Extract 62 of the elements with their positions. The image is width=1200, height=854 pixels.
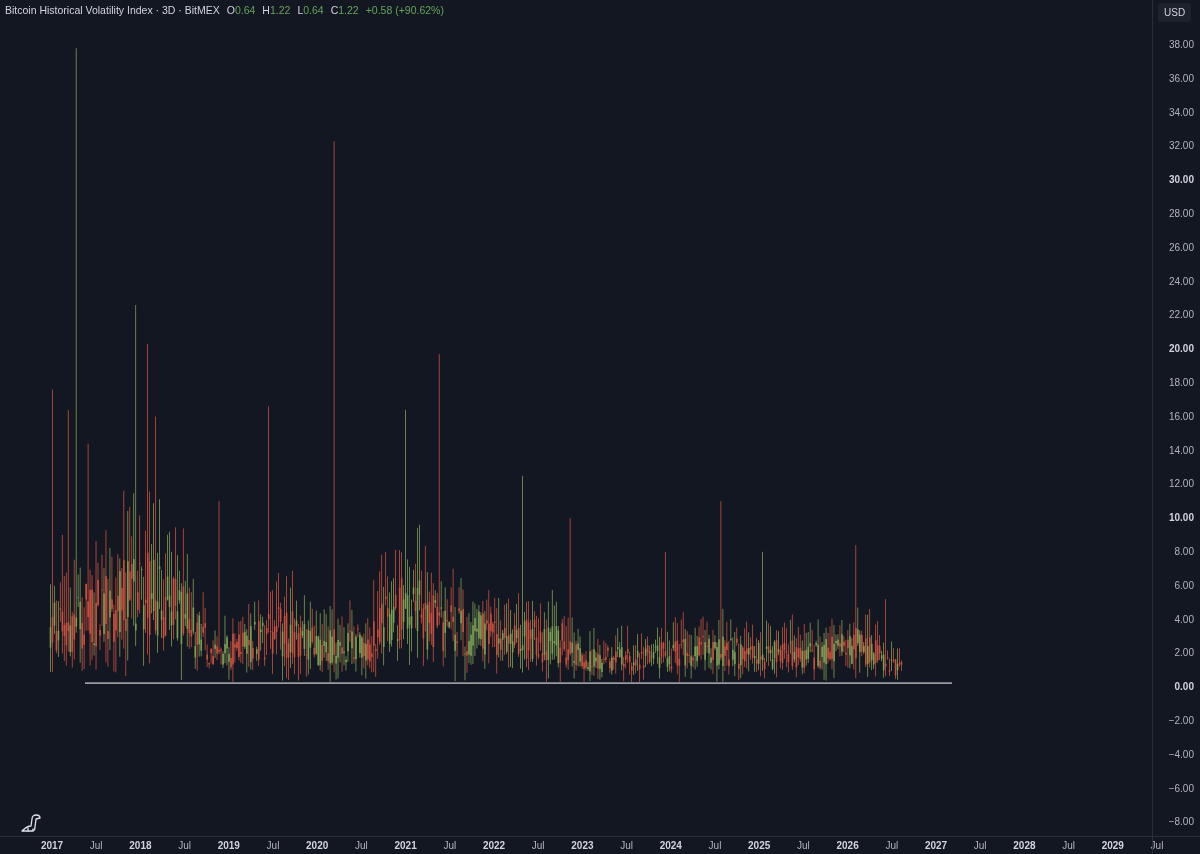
dinosaur-icon [20,813,42,833]
price-tick-label: 8.00 [1174,546,1194,558]
price-tick-label: 14.00 [1168,444,1194,457]
price-tick-label: 38.00 [1168,39,1194,51]
time-tick-label: Jul [266,840,280,852]
price-tick-label: −2.00 [1168,715,1194,727]
time-tick-label: Jul [443,840,457,852]
time-tick-label: Jul [797,840,810,852]
price-change: +0.58 (+90.62%) [365,3,444,18]
price-tick-label: 34.00 [1168,106,1194,119]
time-tick-label: Jul [1062,840,1075,852]
price-tick-label: 6.00 [1174,579,1194,592]
time-tick-label: 2022 [482,840,506,852]
price-tick-label: 10.00 [1168,512,1194,525]
time-tick-label: Jul [531,840,545,852]
time-tick-label: 2027 [924,840,948,852]
time-tick-label: Jul [178,840,191,852]
price-tick-label: 22.00 [1168,309,1194,322]
time-tick-label: 2023 [571,840,594,852]
price-tick-label: −6.00 [1168,782,1194,795]
time-tick-label: 2020 [306,840,329,852]
time-tick-label: 2017 [40,840,64,852]
time-tick-label: 2018 [129,840,152,852]
time-tick-label: Jul [973,840,987,852]
time-tick-label: 2021 [394,840,417,852]
price-tick-label: 30.00 [1168,174,1194,187]
price-tick-label: 36.00 [1168,72,1194,85]
currency-label: USD [1158,3,1192,22]
time-tick-label: 2026 [836,840,859,852]
price-tick-label: 20.00 [1168,343,1194,356]
price-tick-label: 0.00 [1174,681,1194,694]
time-tick-label: Jul [620,840,633,852]
time-tick-label: Jul [89,840,103,852]
price-tick-label: 24.00 [1168,275,1194,288]
price-tick-label: 32.00 [1168,140,1194,153]
price-tick-label: −8.00 [1168,816,1194,829]
time-tick-label: Jul [708,840,722,852]
ohlc-value: 0.64 [234,3,256,18]
price-tick-label: 16.00 [1168,410,1194,423]
time-tick-label: 2024 [659,840,682,852]
chart-title: Bitcoin Historical Volatility Index · 3D · BitMEX [5,3,220,18]
price-tick-label: 28.00 [1168,208,1194,220]
price-tick-label: 18.00 [1168,377,1194,389]
ohlc-value: 0.64 [303,3,324,18]
price-tick-label: −4.00 [1168,748,1194,761]
price-tick-label: 2.00 [1174,647,1194,660]
time-tick-label: 2019 [217,840,240,852]
ohlc-label: L [297,3,304,18]
price-tick-label: 12.00 [1168,478,1194,491]
ohlc-label: H [262,3,270,18]
ohlc-label: O [226,3,235,18]
time-tick-label: Jul [885,840,899,852]
ohlc-value: 1.22 [269,3,291,18]
ohlc-value: 1.22 [338,3,359,18]
time-tick-label: 2028 [1013,840,1036,852]
time-tick-label: 2029 [1101,840,1124,852]
price-tick-label: 26.00 [1168,241,1194,254]
price-tick-label: 4.00 [1174,613,1194,626]
time-tick-label: 2025 [748,840,771,852]
time-tick-label: Jul [355,840,368,852]
time-tick-label: Jul [1150,840,1164,852]
ohlc-label: C [330,3,339,18]
